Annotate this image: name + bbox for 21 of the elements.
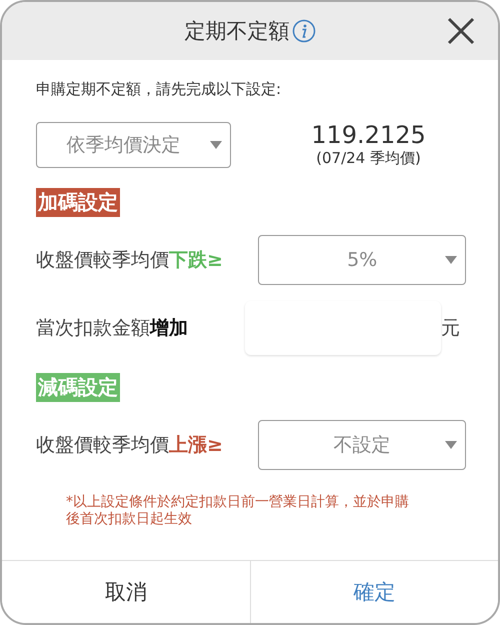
caret-icon <box>210 140 222 148</box>
section-heading: 減碼設定 <box>36 373 120 402</box>
price-note: (07/24 季均價) <box>316 149 421 168</box>
dropdown[interactable]: 不設定 <box>258 420 466 470</box>
field-label: 當次扣款金額增加 <box>36 316 189 341</box>
footnote: *以上設定條件於約定扣款日前一營業日計算，並於申購後首次扣款日起生效 <box>66 494 410 528</box>
dialog-title: 定期不定額 <box>184 18 290 45</box>
price-value: 119.2125 <box>311 121 426 149</box>
field-label: 收盤價較季均價上漲≥ <box>36 433 224 458</box>
info-icon[interactable] <box>292 19 316 43</box>
amount-input[interactable] <box>245 301 441 355</box>
section-heading: 加碼設定 <box>36 188 120 217</box>
caret-icon <box>445 441 457 449</box>
caret-icon <box>445 256 457 264</box>
intro-text: 申購定期不定額，請先完成以下設定: <box>36 80 282 99</box>
field-label: 收盤價較季均價下跌≥ <box>36 248 224 273</box>
dropdown[interactable]: 5% <box>258 235 466 285</box>
dropdown[interactable]: 依季均價決定 <box>36 122 231 168</box>
unit-label: 元 <box>441 316 460 341</box>
close-icon[interactable] <box>446 16 476 46</box>
confirm-button[interactable]: 確定 <box>250 561 498 623</box>
